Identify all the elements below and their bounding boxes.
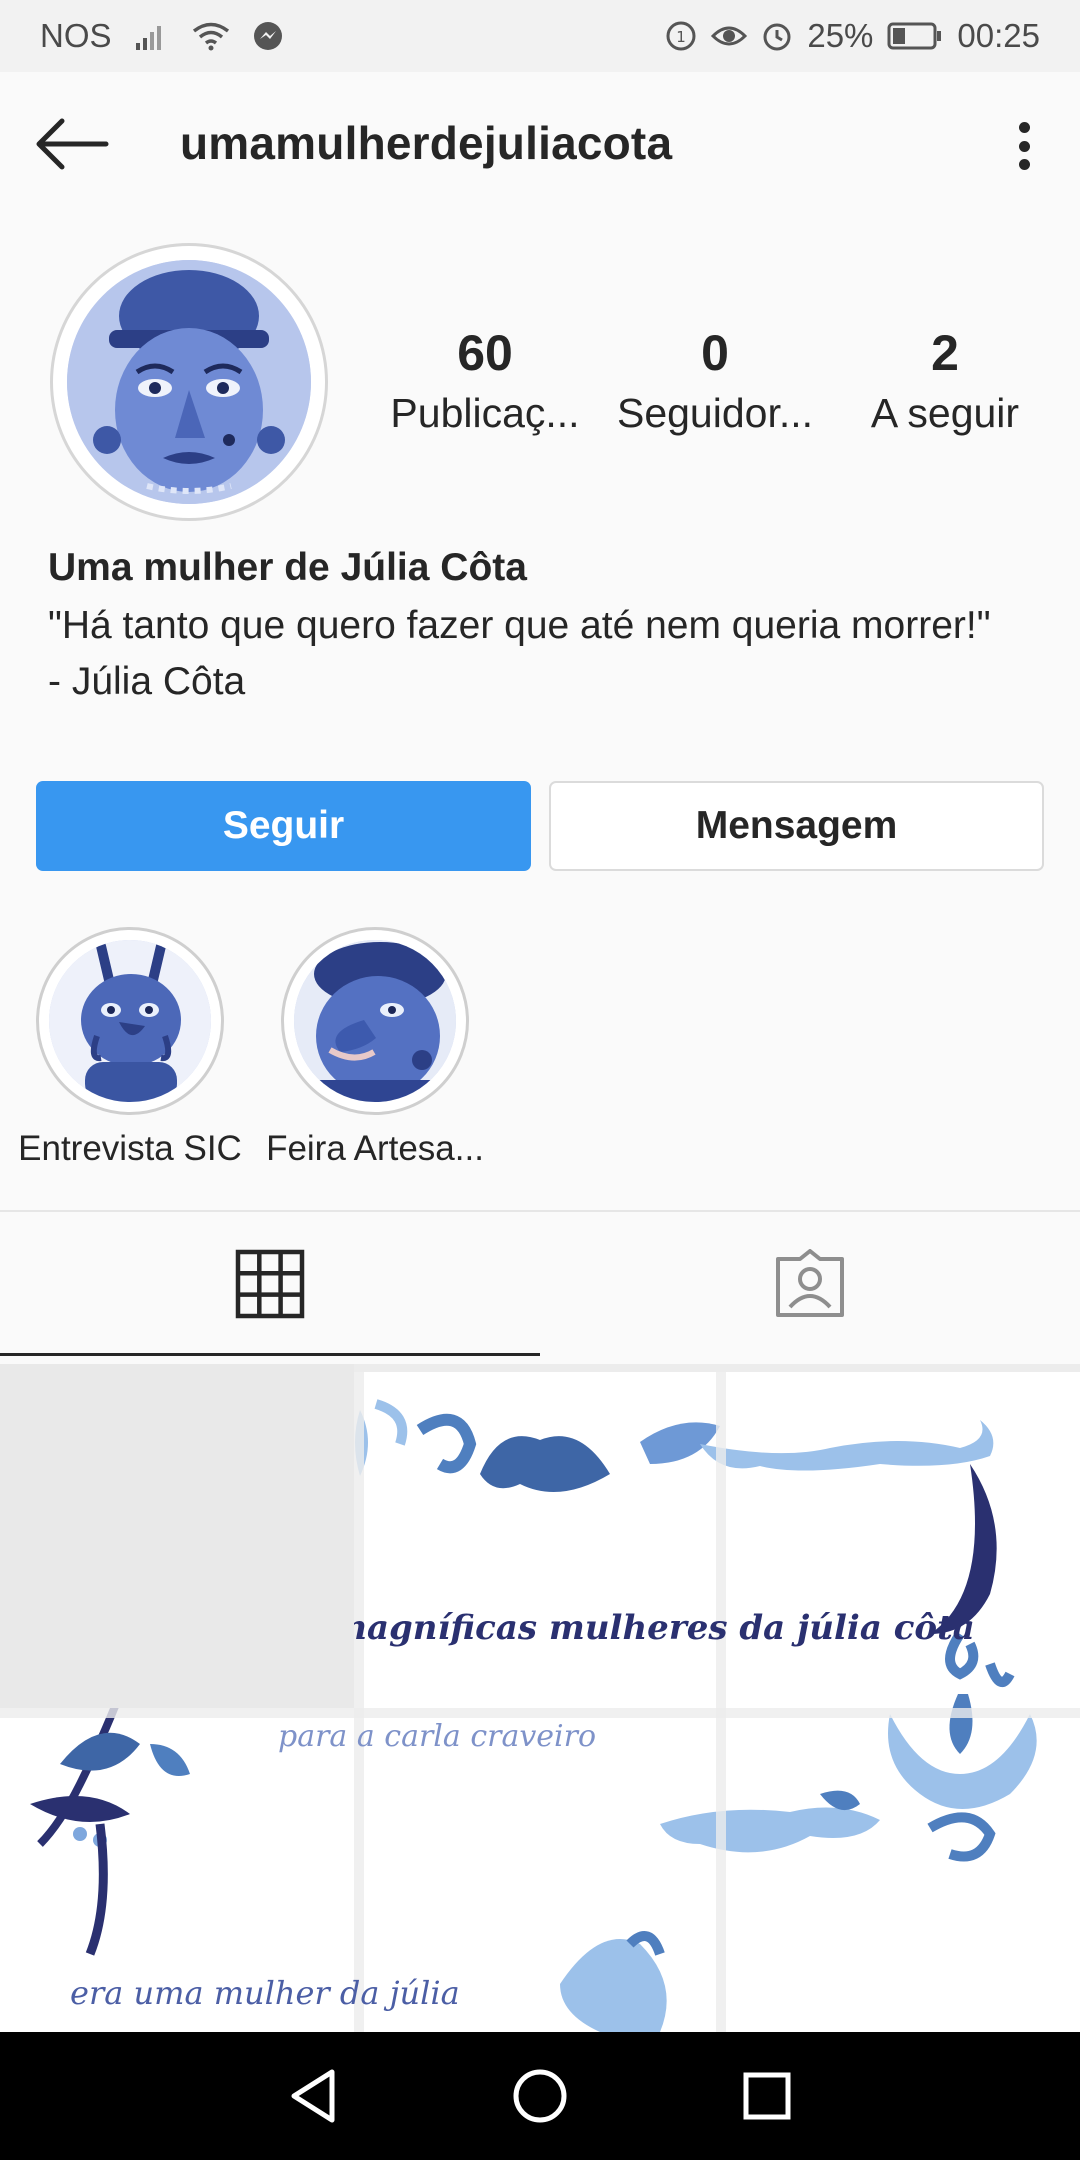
stat-followers[interactable]: 0 Seguidor...: [600, 322, 830, 442]
stat-posts[interactable]: 60 Publicaç...: [370, 322, 600, 442]
highlight-image: [49, 940, 211, 1102]
nav-back-button[interactable]: [268, 2051, 358, 2141]
highlight-image: [294, 940, 456, 1102]
highlight-label: Feira Artesa...: [266, 1129, 484, 1168]
system-nav-bar: [0, 2032, 1080, 2160]
clock-time: 00:25: [957, 17, 1040, 54]
nav-recents-button[interactable]: [722, 2051, 812, 2141]
profile-stats: 60 Publicaç... 0 Seguidor... 2 A seguir: [370, 322, 1060, 442]
highlight-ring: [281, 927, 469, 1115]
carrier-label: NOS: [40, 17, 112, 54]
post-grid: as magníficas mulheres da júlia côta par…: [0, 1364, 1080, 2032]
profile-username: umamulherdejuliacota: [180, 117, 673, 169]
tagged-person-icon: [776, 1249, 844, 1317]
circle-home-icon: [513, 2069, 567, 2123]
stat-following[interactable]: 2 A seguir: [830, 322, 1060, 442]
more-dot-icon: [1018, 159, 1030, 170]
tab-grid[interactable]: [0, 1212, 540, 1356]
message-button[interactable]: Mensagem: [549, 781, 1044, 871]
status-bar: NOS 1 25% 00:25: [0, 0, 1080, 72]
post-thumbnail[interactable]: [726, 1364, 1080, 1708]
stat-posts-label: Publicaç...: [390, 390, 580, 436]
story-highlight[interactable]: Feira Artesa...: [255, 927, 495, 1169]
top-nav: umamulherdejuliacota: [0, 72, 1080, 216]
post-thumbnail[interactable]: [0, 1718, 354, 2032]
profile-display-name: Uma mulher de Júlia Côta: [48, 546, 527, 589]
follow-button[interactable]: Seguir: [36, 781, 531, 871]
battery-icon: [887, 21, 943, 51]
square-recents-icon: [743, 2072, 791, 2120]
stat-followers-count: 0: [701, 325, 729, 381]
stat-following-count: 2: [931, 325, 959, 381]
back-arrow-icon: [36, 118, 109, 170]
messenger-icon: [252, 20, 284, 52]
profile-avatar[interactable]: [50, 243, 328, 521]
post-thumbnail[interactable]: [0, 1364, 354, 1708]
triangle-back-icon: [291, 2069, 335, 2123]
more-options-button[interactable]: [1004, 116, 1044, 176]
stat-posts-count: 60: [457, 325, 513, 381]
back-button[interactable]: [34, 110, 110, 178]
highlight-ring: [36, 927, 224, 1115]
more-dot-icon: [1018, 122, 1030, 133]
battery-percent: 25%: [807, 17, 874, 54]
avatar-image: [67, 260, 311, 504]
tab-tagged[interactable]: [540, 1212, 1080, 1356]
grid-icon: [235, 1249, 305, 1319]
story-highlight[interactable]: Entrevista SIC: [10, 927, 250, 1169]
eye-icon: [711, 22, 748, 50]
highlight-label: Entrevista SIC: [18, 1129, 242, 1168]
nav-home-button[interactable]: [495, 2051, 585, 2141]
svg-text:1: 1: [677, 28, 687, 46]
signal-icon: [134, 21, 170, 51]
post-thumbnail[interactable]: [364, 1364, 716, 1708]
alarm-icon: [761, 20, 793, 52]
profile-bio: "Há tanto que quero fazer que até nem qu…: [48, 604, 991, 703]
post-thumbnail[interactable]: [726, 1718, 1080, 2032]
profile-tab-bar: [0, 1210, 1080, 1356]
wifi-icon: [192, 21, 230, 51]
stat-followers-label: Seguidor...: [616, 390, 814, 436]
data-saver-icon: 1: [665, 20, 697, 52]
post-thumbnail[interactable]: [364, 1718, 716, 2032]
stat-following-label: A seguir: [870, 390, 1020, 436]
more-dot-icon: [1018, 140, 1030, 152]
